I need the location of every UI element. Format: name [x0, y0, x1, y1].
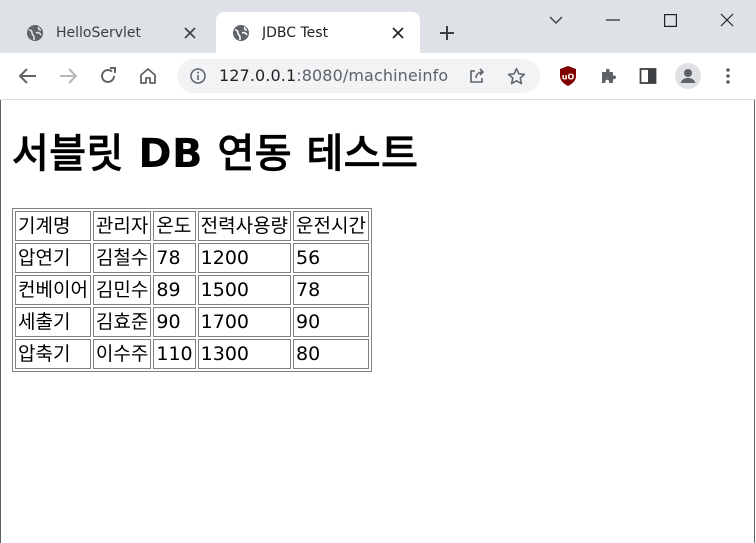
tab-search-chevron-icon[interactable]	[542, 6, 570, 34]
table-header-row: 기계명 관리자 온도 전력사용량 운전시간	[15, 211, 369, 241]
globe-icon	[232, 24, 250, 42]
url-text[interactable]: 127.0.0.1:8080/machineinfo	[219, 66, 448, 85]
close-tab-icon[interactable]	[386, 21, 410, 45]
table-cell: 89	[153, 275, 196, 305]
forward-arrow-icon[interactable]	[54, 62, 82, 90]
table-cell: 1700	[197, 307, 292, 337]
table-row: 압축기 이수주 110 1300 80	[15, 339, 369, 369]
close-tab-icon[interactable]	[178, 21, 202, 45]
table-cell: 90	[153, 307, 196, 337]
maximize-icon[interactable]	[656, 6, 684, 34]
tab-strip: HelloServlet JDBC Test	[0, 0, 756, 53]
table-cell: 압축기	[15, 339, 91, 369]
column-header: 기계명	[15, 211, 91, 241]
table-cell: 56	[293, 243, 369, 273]
table-cell: 김민수	[92, 275, 152, 305]
table-cell: 1300	[197, 339, 292, 369]
table-cell: 김효준	[92, 307, 152, 337]
tab-title: JDBC Test	[262, 24, 329, 41]
extensions-puzzle-icon[interactable]	[594, 62, 622, 90]
url-path: :8080/machineinfo	[296, 66, 449, 85]
url-host: 127.0.0.1	[219, 66, 297, 85]
page-heading: 서블릿 DB 연동 테스트	[12, 131, 419, 177]
minimize-icon[interactable]	[599, 6, 627, 34]
table-cell: 90	[293, 307, 369, 337]
table-cell: 이수주	[92, 339, 152, 369]
table-cell: 78	[293, 275, 369, 305]
table-cell: 1200	[197, 243, 292, 273]
tab-title: HelloServlet	[56, 24, 142, 41]
page-viewport: 서블릿 DB 연동 테스트 기계명 관리자 온도 전력사용량 운전시간 압연기 …	[0, 100, 755, 543]
tab-helloservlet[interactable]: HelloServlet	[10, 12, 212, 53]
column-header: 관리자	[92, 211, 152, 241]
table-cell: 110	[153, 339, 196, 369]
address-bar[interactable]: 127.0.0.1:8080/machineinfo	[177, 59, 540, 93]
table-row: 컨베이어 김민수 89 1500 78	[15, 275, 369, 305]
globe-icon	[26, 24, 44, 42]
table-cell: 78	[153, 243, 196, 273]
svg-text:uO: uO	[562, 73, 575, 82]
table-cell: 김철수	[92, 243, 152, 273]
site-info-icon[interactable]	[189, 67, 207, 85]
table-cell: 세출기	[15, 307, 91, 337]
menu-kebab-icon[interactable]	[714, 62, 742, 90]
table-row: 압연기 김철수 78 1200 56	[15, 243, 369, 273]
profile-avatar-icon[interactable]	[674, 62, 702, 90]
table-cell: 압연기	[15, 243, 91, 273]
bookmark-star-icon[interactable]	[506, 66, 526, 86]
reload-icon[interactable]	[94, 62, 122, 90]
table-cell: 컨베이어	[15, 275, 91, 305]
table-cell: 1500	[197, 275, 292, 305]
home-icon[interactable]	[134, 62, 162, 90]
table-row: 세출기 김효준 90 1700 90	[15, 307, 369, 337]
machine-info-table: 기계명 관리자 온도 전력사용량 운전시간 압연기 김철수 78 1200 56…	[12, 208, 372, 372]
column-header: 온도	[153, 211, 196, 241]
close-window-icon[interactable]	[713, 6, 741, 34]
side-panel-icon[interactable]	[634, 62, 662, 90]
tab-jdbc-test[interactable]: JDBC Test	[216, 12, 420, 53]
table-cell: 80	[293, 339, 369, 369]
column-header: 운전시간	[293, 211, 369, 241]
back-arrow-icon[interactable]	[14, 62, 42, 90]
ublock-extension-icon[interactable]: uO	[554, 62, 582, 90]
new-tab-icon[interactable]	[434, 20, 460, 46]
column-header: 전력사용량	[197, 211, 292, 241]
share-icon[interactable]	[467, 66, 487, 86]
browser-toolbar: 127.0.0.1:8080/machineinfo uO	[0, 53, 756, 100]
